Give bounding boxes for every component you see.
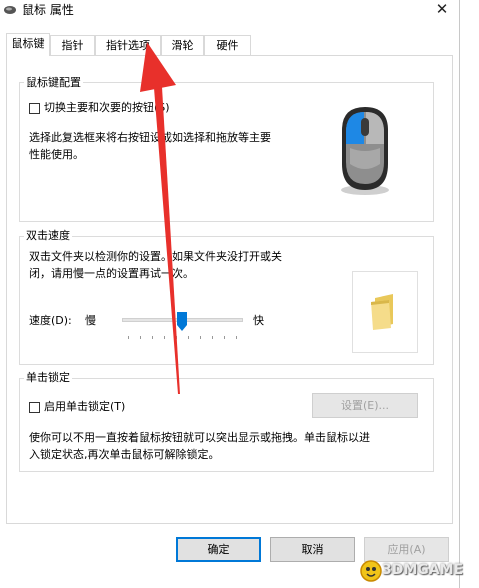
test-folder-area[interactable] [352, 271, 418, 353]
slider-tick [212, 336, 213, 339]
tab-label: 硬件 [216, 39, 239, 52]
button-config-description-1: 选择此复选框来将右按钮设成如选择和拖放等主要 [29, 131, 271, 144]
slider-tick [188, 336, 189, 339]
tab-hardware[interactable]: 硬件 [204, 35, 251, 55]
window-border [459, 0, 460, 588]
tab-pointer-options[interactable]: 指针选项 [95, 35, 161, 55]
title-bar: 鼠标 属性 ✕ [0, 0, 479, 22]
tab-label: 滑轮 [171, 39, 194, 52]
click-lock-description-2: 入锁定状态,再次单击鼠标可解除锁定。 [29, 448, 220, 461]
tab-label: 鼠标键 [11, 37, 45, 50]
double-click-title: 双击速度 [24, 229, 72, 242]
tab-label: 指针 [61, 39, 84, 52]
double-click-description-2: 闭，请用慢一点的设置再试一次。 [29, 267, 194, 280]
tab-label: 指针选项 [106, 39, 150, 52]
mouse-illustration-icon [341, 107, 389, 195]
slider-tick [236, 336, 237, 339]
window-title: 鼠标 属性 [22, 3, 74, 17]
slider-tick [140, 336, 141, 339]
speed-label: 速度(D): [29, 314, 72, 327]
click-lock-description-1: 使你可以不用一直按着鼠标按钮就可以突出显示或拖拽。单击鼠标以进 [29, 431, 370, 444]
fast-label: 快 [253, 314, 264, 327]
slider-tick [164, 336, 165, 339]
slider-tick [200, 336, 201, 339]
slider-tick [128, 336, 129, 339]
double-click-description-1: 双击文件夹以检测你的设置。如果文件夹没打开或关 [29, 250, 282, 263]
slider-tick [152, 336, 153, 339]
slider-tick [224, 336, 225, 339]
mouse-app-icon [4, 6, 16, 14]
folder-icon [371, 294, 393, 330]
swap-buttons-checkbox[interactable] [29, 103, 40, 114]
cancel-button[interactable]: 取消 [270, 537, 355, 562]
speed-slider-thumb[interactable] [177, 312, 187, 331]
watermark: 3DMGAME [360, 557, 476, 585]
close-icon: ✕ [435, 0, 449, 18]
ok-button[interactable]: 确定 [176, 537, 261, 562]
swap-buttons-label[interactable]: 切换主要和次要的按钮(S) [44, 99, 170, 116]
click-lock-checkbox[interactable] [29, 402, 40, 413]
click-lock-settings-button[interactable]: 设置(E)... [312, 393, 418, 418]
close-button[interactable]: ✕ [432, 0, 452, 20]
slider-tick [176, 336, 177, 339]
slow-label: 慢 [85, 314, 96, 327]
watermark-text: 3DMGAME [382, 562, 464, 578]
button-config-description-2: 性能使用。 [29, 148, 84, 161]
click-lock-label[interactable]: 启用单击锁定(T) [44, 398, 125, 415]
click-lock-title: 单击锁定 [24, 371, 72, 384]
watermark-logo-icon [360, 560, 382, 582]
tab-wheel[interactable]: 滑轮 [161, 35, 204, 55]
button-config-title: 鼠标键配置 [24, 76, 83, 89]
tab-pointers[interactable]: 指针 [50, 35, 95, 55]
tab-buttons[interactable]: 鼠标键 [6, 33, 50, 56]
